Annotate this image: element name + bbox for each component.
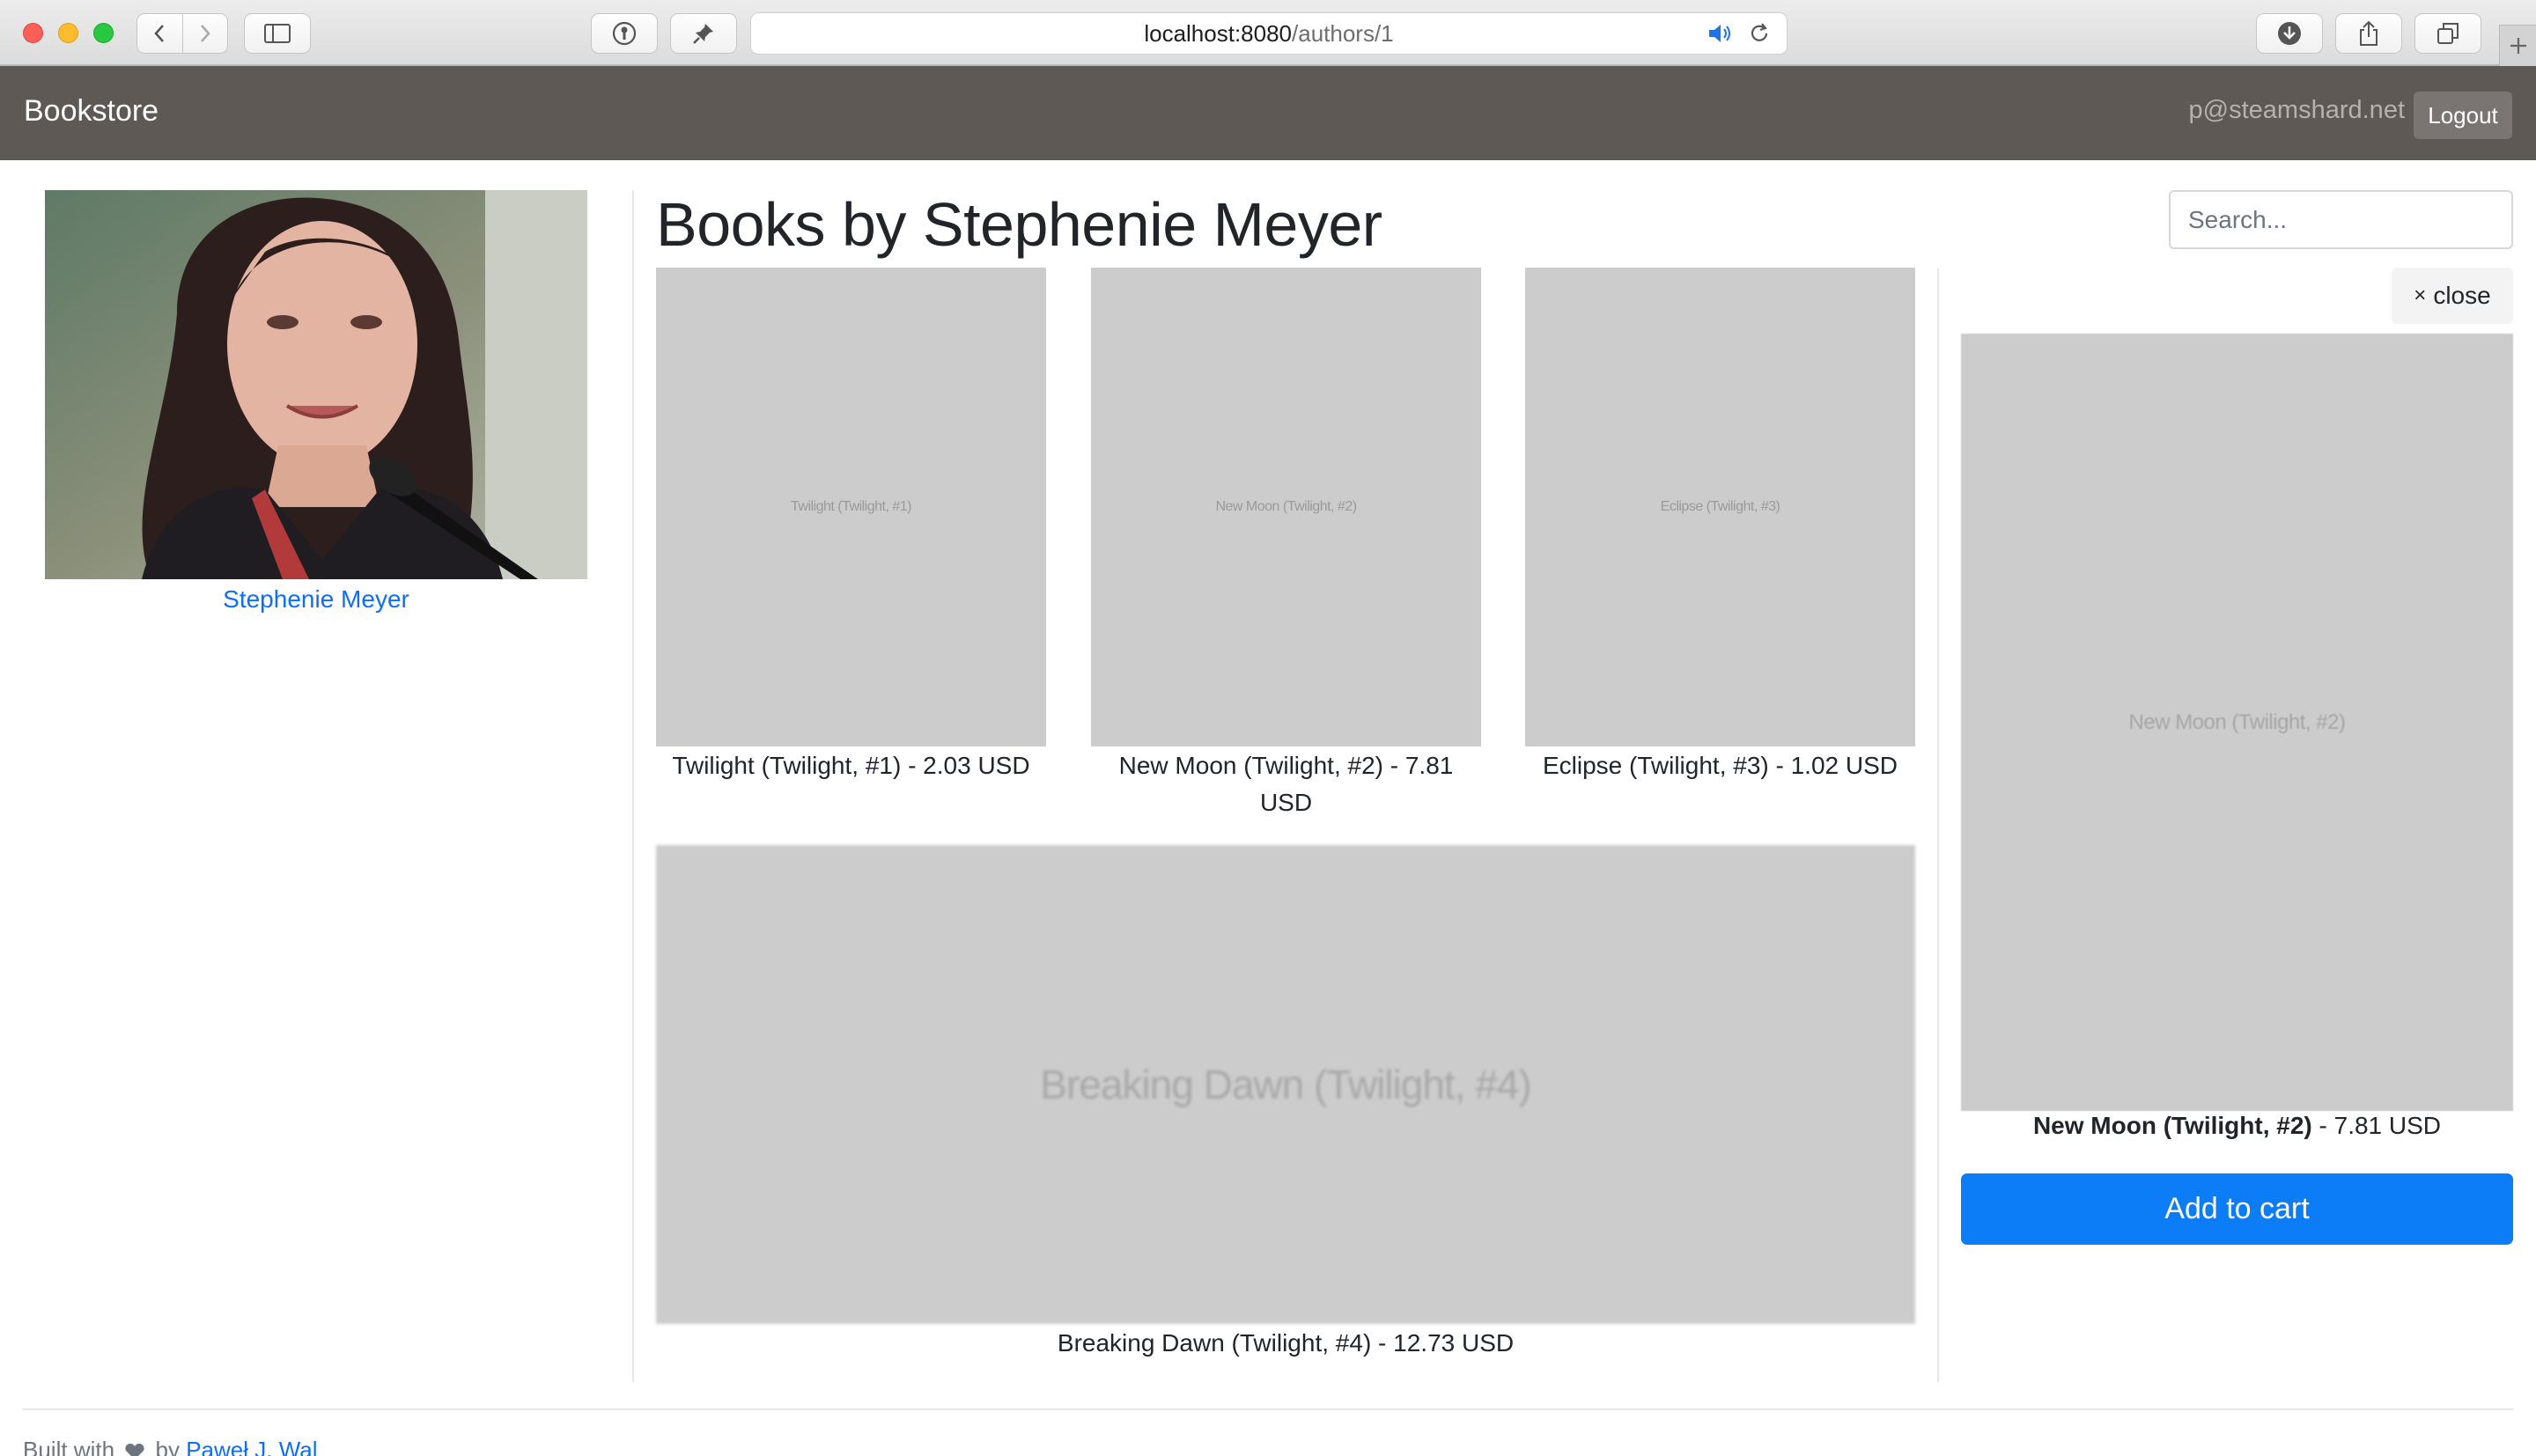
detail-book-cover: New Moon (Twilight, #2) bbox=[1961, 334, 2513, 1111]
heart-icon bbox=[125, 1444, 144, 1456]
back-button[interactable] bbox=[137, 14, 182, 53]
footer-author-link[interactable]: Paweł J. Wal bbox=[186, 1437, 317, 1456]
url-host: localhost:8080 bbox=[1144, 19, 1293, 47]
cover-title-text: Twilight (Twilight, #1) bbox=[791, 499, 912, 514]
share-icon bbox=[2360, 20, 2378, 46]
downloads-button[interactable] bbox=[2256, 13, 2323, 54]
chevron-right-icon bbox=[200, 25, 210, 42]
address-bar[interactable]: localhost:8080/authors/1 bbox=[750, 12, 1788, 55]
sidebar-icon bbox=[264, 24, 291, 43]
footer: Built with by Paweł J. Wal bbox=[23, 1437, 318, 1456]
detail-divider bbox=[1937, 268, 1939, 1382]
share-button[interactable] bbox=[2335, 13, 2402, 54]
detail-title: New Moon (Twilight, #2) bbox=[2032, 1112, 2312, 1139]
user-email: p@steamshard.net bbox=[2188, 96, 2405, 124]
reload-icon[interactable] bbox=[1748, 22, 1771, 45]
book-caption[interactable]: Twilight (Twilight, #1) - 2.03 USD bbox=[656, 747, 1046, 784]
close-icon: × bbox=[2414, 283, 2427, 307]
tabs-overview-button[interactable] bbox=[2414, 13, 2481, 54]
logout-button[interactable]: Logout bbox=[2414, 92, 2512, 139]
zoom-window-button[interactable] bbox=[93, 23, 114, 43]
author-photo[interactable] bbox=[45, 190, 587, 579]
close-detail-button[interactable]: × close bbox=[2392, 268, 2513, 324]
book-caption[interactable]: Breaking Dawn (Twilight, #4) - 12.73 USD bbox=[656, 1325, 1915, 1362]
author-name-link[interactable]: Stephenie Meyer bbox=[45, 585, 587, 614]
detail-caption: New Moon (Twilight, #2) - 7.81 USD bbox=[1961, 1112, 2513, 1140]
footer-built-with: Built with bbox=[23, 1437, 115, 1456]
pin-icon bbox=[693, 24, 713, 44]
book-caption[interactable]: Eclipse (Twilight, #3) - 1.02 USD bbox=[1525, 747, 1915, 784]
footer-divider bbox=[23, 1408, 2513, 1410]
book-cover[interactable]: Eclipse (Twilight, #3) bbox=[1525, 268, 1915, 746]
book-cover[interactable]: Breaking Dawn (Twilight, #4) bbox=[656, 845, 1915, 1324]
new-tab-button[interactable] bbox=[2499, 25, 2536, 66]
sidebar-toggle-button[interactable] bbox=[244, 13, 311, 54]
plus-icon bbox=[2510, 38, 2526, 54]
book-cover[interactable]: Twilight (Twilight, #1) bbox=[656, 268, 1046, 746]
brand-link[interactable]: Bookstore bbox=[24, 94, 158, 129]
password-button[interactable] bbox=[591, 13, 658, 54]
forward-button[interactable] bbox=[181, 14, 228, 53]
key-circle-icon bbox=[612, 21, 637, 46]
pin-button[interactable] bbox=[670, 13, 737, 54]
tabs-icon bbox=[2437, 23, 2459, 44]
book-caption[interactable]: New Moon (Twilight, #2) - 7.81 USD bbox=[1091, 747, 1481, 821]
close-label: close bbox=[2433, 282, 2491, 309]
download-icon bbox=[2278, 22, 2301, 45]
author-portrait-image bbox=[45, 190, 587, 579]
minimize-window-button[interactable] bbox=[58, 23, 78, 43]
book-cover[interactable]: New Moon (Twilight, #2) bbox=[1091, 268, 1481, 746]
cover-title-text: New Moon (Twilight, #2) bbox=[1215, 499, 1357, 514]
cover-title-text: New Moon (Twilight, #2) bbox=[2128, 710, 2346, 734]
navbar: Bookstore p@steamshard.net Logout bbox=[0, 66, 2536, 160]
sidebar-divider bbox=[632, 190, 634, 1382]
detail-price: - 7.81 USD bbox=[2311, 1112, 2442, 1139]
add-to-cart-button[interactable]: Add to cart bbox=[1961, 1173, 2513, 1245]
chevron-left-icon bbox=[154, 25, 165, 42]
speaker-icon[interactable] bbox=[1707, 22, 1734, 45]
page-title: Books by Stephenie Meyer bbox=[656, 190, 1382, 259]
history-nav bbox=[136, 13, 228, 54]
cover-title-text: Breaking Dawn (Twilight, #4) bbox=[1040, 1062, 1531, 1107]
browser-toolbar: localhost:8080/authors/1 bbox=[0, 0, 2536, 66]
url-path: /authors/1 bbox=[1292, 19, 1394, 47]
search-input[interactable] bbox=[2169, 190, 2513, 249]
footer-by: by bbox=[155, 1437, 180, 1456]
cover-title-text: Eclipse (Twilight, #3) bbox=[1660, 499, 1780, 514]
close-window-button[interactable] bbox=[23, 23, 43, 43]
